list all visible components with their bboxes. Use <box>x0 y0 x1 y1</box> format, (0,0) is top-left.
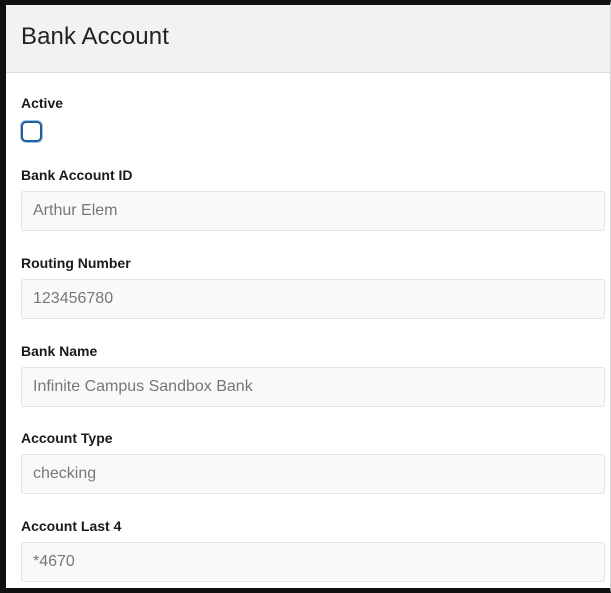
account-last-4-value: *4670 <box>33 553 75 570</box>
bank-account-id-label: Bank Account ID <box>21 167 133 183</box>
panel-header: Bank Account <box>6 5 610 73</box>
routing-number-field[interactable]: 123456780 <box>21 279 605 319</box>
bank-account-id-field[interactable]: Arthur Elem <box>21 191 605 231</box>
bank-name-label: Bank Name <box>21 343 98 359</box>
active-checkbox[interactable] <box>21 121 42 142</box>
account-last-4-field[interactable]: *4670 <box>21 542 605 582</box>
account-type-label: Account Type <box>21 430 113 446</box>
active-label: Active <box>21 95 64 111</box>
routing-number-value: 123456780 <box>33 290 114 307</box>
page-title: Bank Account <box>21 23 169 50</box>
account-last-4-label: Account Last 4 <box>21 518 122 534</box>
bank-name-value: Infinite Campus Sandbox Bank <box>33 378 253 395</box>
routing-number-label: Routing Number <box>21 255 131 271</box>
bank-name-field[interactable]: Infinite Campus Sandbox Bank <box>21 367 605 407</box>
account-type-value: checking <box>33 465 97 482</box>
account-type-field[interactable]: checking <box>21 454 605 494</box>
bank-account-id-value: Arthur Elem <box>33 202 118 219</box>
